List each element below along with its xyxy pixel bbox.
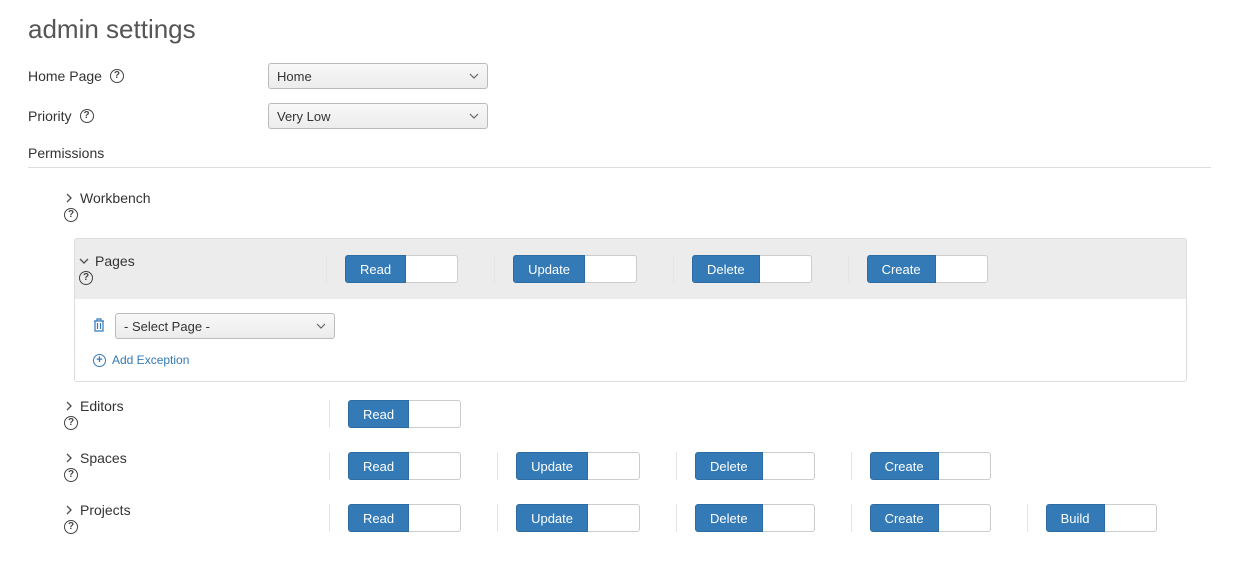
help-icon[interactable]: ? [79, 271, 93, 285]
spaces-read-toggle[interactable] [409, 452, 461, 480]
divider [673, 255, 674, 283]
spaces-toggle[interactable]: Spaces [64, 450, 329, 466]
home-page-label-text: Home Page [28, 68, 102, 84]
chevron-right-icon [64, 401, 74, 411]
home-page-label: Home Page ? [28, 68, 268, 84]
spaces-update-toggle[interactable] [588, 452, 640, 480]
help-icon[interactable]: ? [64, 208, 78, 222]
chevron-right-icon [64, 453, 74, 463]
pages-create-button[interactable]: Create [867, 255, 936, 283]
projects-create-toggle[interactable] [939, 504, 991, 532]
exception-page-value: - Select Page - [124, 319, 210, 334]
spaces-create-button[interactable]: Create [870, 452, 939, 480]
priority-label: Priority ? [28, 108, 268, 124]
divider [326, 255, 327, 283]
help-icon[interactable]: ? [110, 69, 124, 83]
perm-projects: Projects ? Read Update Delete Create Bui… [64, 498, 1211, 538]
home-page-value: Home [277, 69, 312, 84]
chevron-right-icon [64, 193, 74, 203]
priority-label-text: Priority [28, 108, 72, 124]
pages-delete-button[interactable]: Delete [692, 255, 760, 283]
projects-build-button[interactable]: Build [1046, 504, 1105, 532]
divider [494, 255, 495, 283]
chevron-down-icon [316, 323, 326, 329]
projects-delete-toggle[interactable] [763, 504, 815, 532]
pages-read-toggle[interactable] [406, 255, 458, 283]
chevron-down-icon [469, 73, 479, 79]
perm-pages: Pages ? Read Update Delete Create - Sele [56, 238, 1211, 382]
home-page-row: Home Page ? Home [28, 63, 1211, 89]
spaces-delete-toggle[interactable] [763, 452, 815, 480]
spaces-read-button[interactable]: Read [348, 452, 409, 480]
projects-read-toggle[interactable] [409, 504, 461, 532]
pages-delete-toggle[interactable] [760, 255, 812, 283]
divider [676, 452, 677, 480]
chevron-down-icon [469, 113, 479, 119]
perm-workbench: Workbench ? [64, 186, 1211, 226]
projects-build-toggle[interactable] [1105, 504, 1157, 532]
spaces-delete-button[interactable]: Delete [695, 452, 763, 480]
editors-read-button[interactable]: Read [348, 400, 409, 428]
page-title: admin settings [28, 14, 1211, 45]
pages-label: Pages [95, 253, 135, 269]
divider [497, 504, 498, 532]
priority-value: Very Low [277, 109, 330, 124]
exception-page-select[interactable]: - Select Page - [115, 313, 335, 339]
priority-select[interactable]: Very Low [268, 103, 488, 129]
projects-delete-button[interactable]: Delete [695, 504, 763, 532]
divider [851, 504, 852, 532]
projects-update-button[interactable]: Update [516, 504, 588, 532]
help-icon[interactable]: ? [64, 520, 78, 534]
divider [676, 504, 677, 532]
spaces-update-button[interactable]: Update [516, 452, 588, 480]
spaces-label: Spaces [80, 450, 127, 466]
home-page-select[interactable]: Home [268, 63, 488, 89]
priority-row: Priority ? Very Low [28, 103, 1211, 129]
editors-label: Editors [80, 398, 124, 414]
projects-create-button[interactable]: Create [870, 504, 939, 532]
add-exception-button[interactable]: + Add Exception [93, 353, 1168, 367]
pages-read-button[interactable]: Read [345, 255, 406, 283]
divider [851, 452, 852, 480]
pages-update-button[interactable]: Update [513, 255, 585, 283]
editors-toggle[interactable]: Editors [64, 398, 329, 414]
divider [329, 452, 330, 480]
divider [848, 255, 849, 283]
projects-update-toggle[interactable] [588, 504, 640, 532]
add-exception-label: Add Exception [112, 353, 189, 367]
projects-read-button[interactable]: Read [348, 504, 409, 532]
plus-circle-icon: + [93, 354, 106, 367]
projects-toggle[interactable]: Projects [64, 502, 329, 518]
divider [329, 504, 330, 532]
trash-icon[interactable] [93, 318, 105, 335]
workbench-label: Workbench [80, 190, 151, 206]
perm-spaces: Spaces ? Read Update Delete Create [64, 446, 1211, 486]
chevron-down-icon [79, 258, 89, 264]
perm-editors: Editors ? Read [64, 394, 1211, 434]
pages-update-toggle[interactable] [585, 255, 637, 283]
workbench-toggle[interactable]: Workbench [64, 190, 329, 206]
spaces-create-toggle[interactable] [939, 452, 991, 480]
divider [497, 452, 498, 480]
pages-create-toggle[interactable] [936, 255, 988, 283]
divider [329, 400, 330, 428]
permissions-label: Permissions [28, 145, 1211, 161]
divider [28, 167, 1211, 168]
pages-toggle[interactable]: Pages [79, 253, 326, 269]
divider [1027, 504, 1028, 532]
projects-label: Projects [80, 502, 131, 518]
help-icon[interactable]: ? [80, 109, 94, 123]
chevron-right-icon [64, 505, 74, 515]
help-icon[interactable]: ? [64, 468, 78, 482]
editors-read-toggle[interactable] [409, 400, 461, 428]
help-icon[interactable]: ? [64, 416, 78, 430]
